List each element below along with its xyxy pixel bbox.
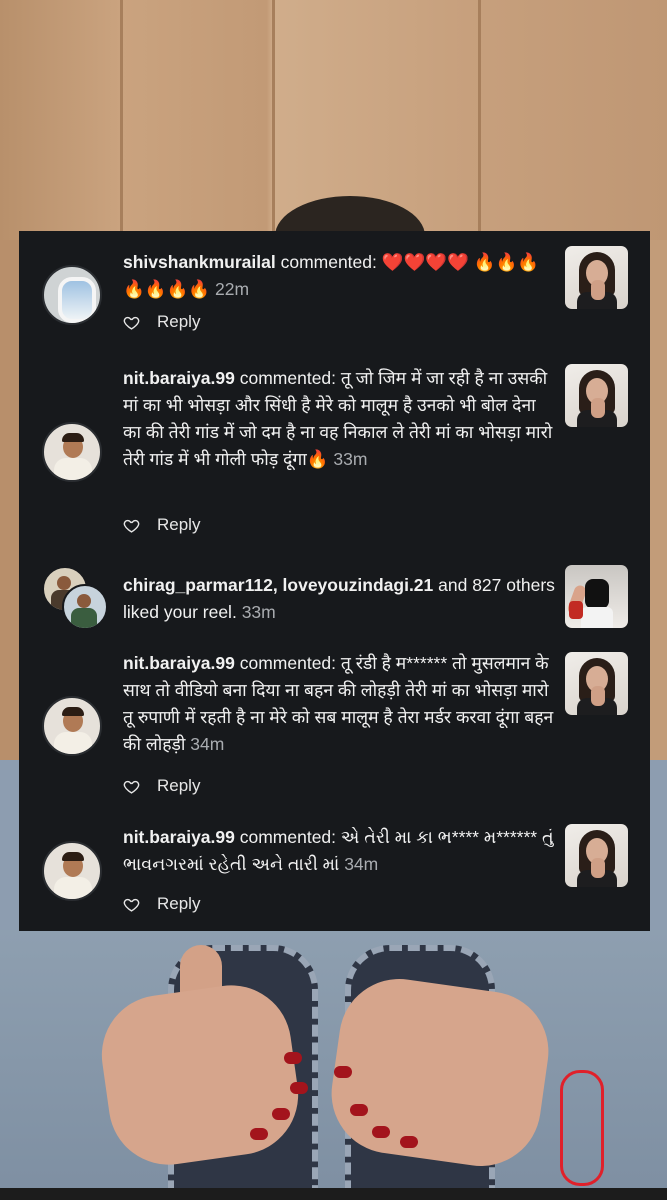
- timestamp: 33m: [241, 602, 276, 622]
- nail: [290, 1082, 308, 1094]
- reply-label: Reply: [157, 894, 201, 913]
- nail: [400, 1136, 418, 1148]
- username[interactable]: nit.baraiya.99: [123, 653, 235, 673]
- red-bracelet: [560, 1070, 604, 1186]
- notification-text: shivshankmurailal commented: ❤️❤️❤️❤️ 🔥🔥…: [123, 252, 540, 299]
- notification-text: chirag_parmar112, loveyouzindagi.21 and …: [123, 572, 555, 626]
- reply-button[interactable]: Reply: [123, 310, 200, 334]
- activity-notifications-card: shivshankmurailal commented: ❤️❤️❤️❤️ 🔥🔥…: [19, 231, 650, 931]
- liker-avatars-icon[interactable]: [42, 566, 108, 630]
- wall-seam: [478, 0, 481, 240]
- notification-text: nit.baraiya.99 commented: तू रंडी है म**…: [123, 653, 554, 754]
- reply-button[interactable]: Reply: [123, 513, 200, 537]
- nail: [372, 1126, 390, 1138]
- wall-seam: [120, 0, 123, 240]
- user-avatar-icon[interactable]: [42, 265, 102, 325]
- timestamp: 34m: [344, 854, 379, 874]
- reply-button[interactable]: Reply: [123, 892, 200, 916]
- reply-label: Reply: [157, 515, 201, 534]
- heart-outline-icon[interactable]: [123, 778, 140, 795]
- user-avatar-icon[interactable]: [42, 841, 102, 901]
- nail: [272, 1108, 290, 1120]
- bottom-strip: [0, 1188, 667, 1200]
- notification-text: nit.baraiya.99 commented: तू जो जिम में …: [123, 368, 553, 469]
- reply-label: Reply: [157, 776, 201, 795]
- timestamp: 22m: [215, 279, 250, 299]
- heart-outline-icon[interactable]: [123, 314, 140, 331]
- reel-thumbnail-icon[interactable]: [565, 824, 628, 887]
- reel-thumbnail-icon[interactable]: [565, 246, 628, 309]
- user-avatar-icon[interactable]: [42, 696, 102, 756]
- timestamp: 34m: [190, 734, 225, 754]
- reel-thumbnail-icon[interactable]: [565, 364, 628, 427]
- username[interactable]: nit.baraiya.99: [123, 368, 235, 388]
- heart-outline-icon[interactable]: [123, 896, 140, 913]
- reel-thumbnail-icon[interactable]: [565, 652, 628, 715]
- username[interactable]: nit.baraiya.99: [123, 827, 235, 847]
- wall-seam: [272, 0, 275, 240]
- right-hand: [323, 971, 557, 1174]
- nail: [284, 1052, 302, 1064]
- nail: [350, 1104, 368, 1116]
- reel-thumbnail-icon[interactable]: [565, 565, 628, 628]
- notification-text: nit.baraiya.99 commented: એ તેરી મા કા ભ…: [123, 827, 554, 874]
- usernames[interactable]: chirag_parmar112, loveyouzindagi.21: [123, 575, 433, 595]
- nail: [250, 1128, 268, 1140]
- user-avatar-icon[interactable]: [42, 422, 102, 482]
- username[interactable]: shivshankmurailal: [123, 252, 276, 272]
- reply-label: Reply: [157, 312, 201, 331]
- heart-outline-icon[interactable]: [123, 517, 140, 534]
- shirt-right: [649, 760, 667, 940]
- timestamp: 33m: [333, 449, 368, 469]
- nail: [334, 1066, 352, 1078]
- reply-button[interactable]: Reply: [123, 774, 200, 798]
